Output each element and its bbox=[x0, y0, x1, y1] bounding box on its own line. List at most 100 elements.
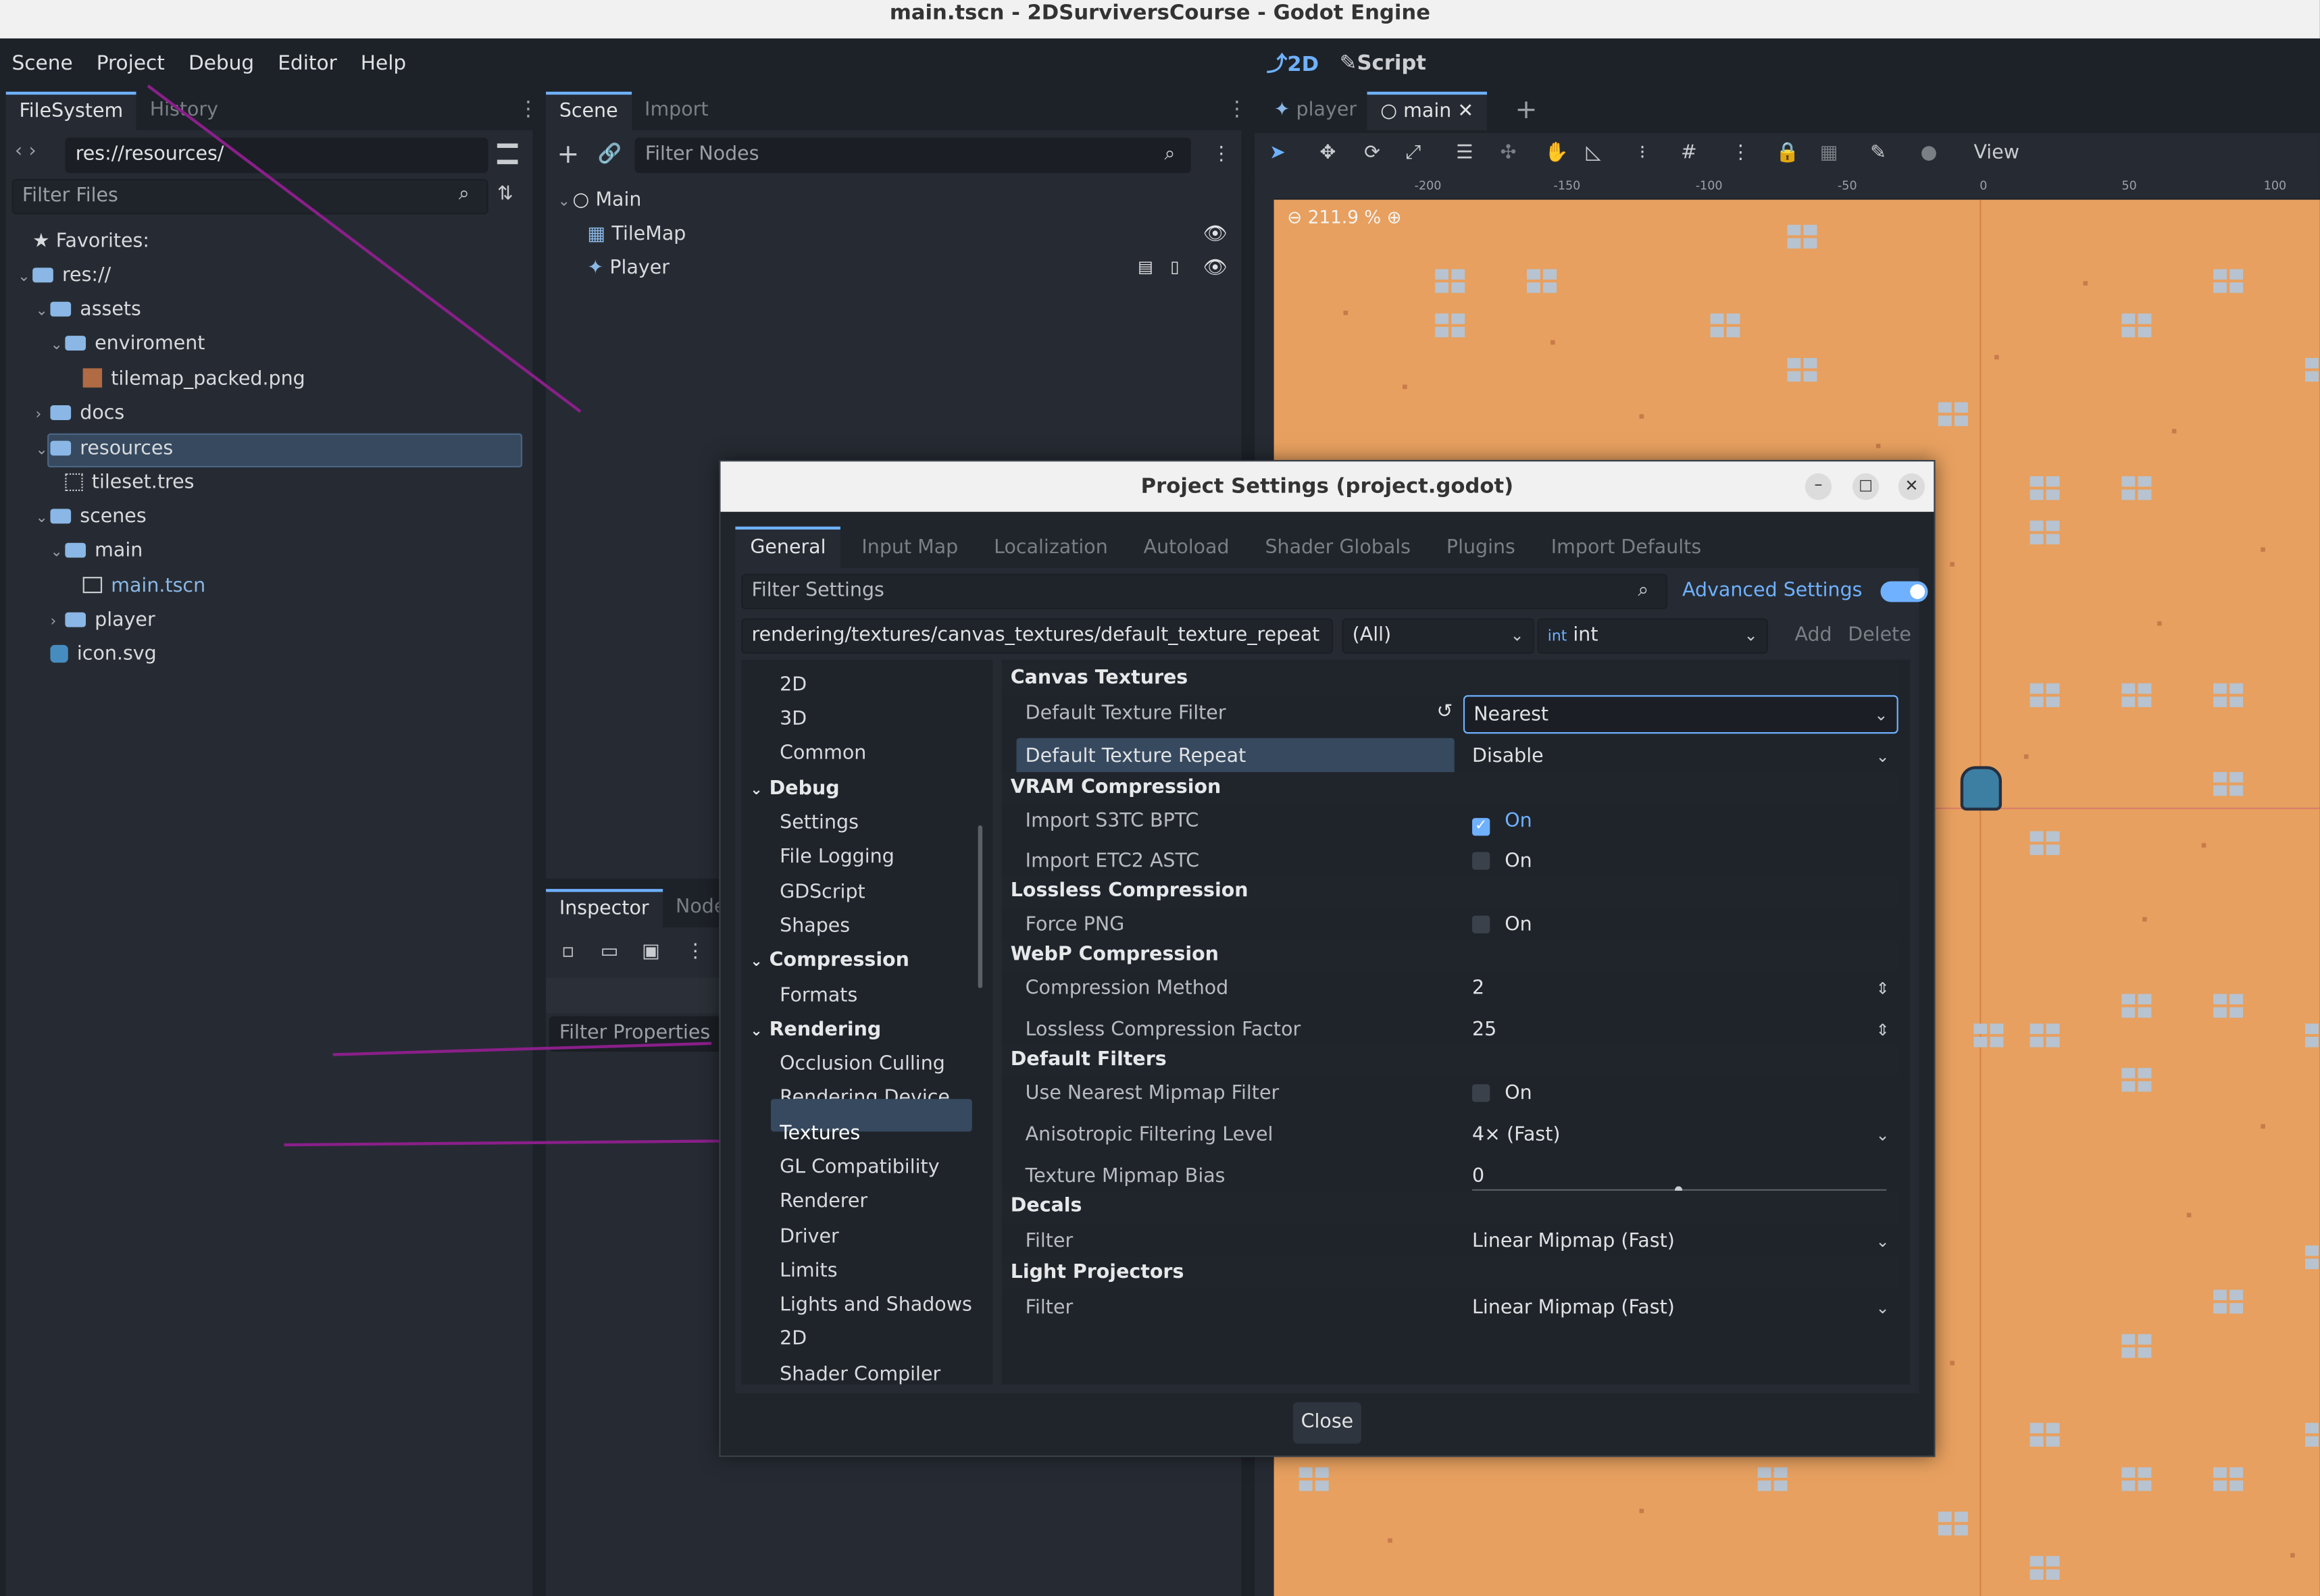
tree-item-assets[interactable]: ⌄ assets bbox=[36, 294, 141, 327]
tree-item-tileset[interactable]: tileset.tres bbox=[65, 467, 194, 500]
group-icon[interactable]: ▦ bbox=[1820, 142, 1838, 164]
category-file-logging[interactable]: File Logging bbox=[780, 840, 894, 874]
category-lights-and-shadows[interactable]: Lights and Shadows bbox=[780, 1288, 972, 1322]
mode-script-button[interactable]: ✎Script bbox=[1340, 52, 1426, 76]
tree-item-res[interactable]: ⌄ res:// bbox=[18, 260, 111, 292]
category-shader-compiler[interactable]: Shader Compiler bbox=[780, 1358, 940, 1385]
new-resource-icon[interactable]: ▫ bbox=[552, 936, 584, 969]
tree-item-icon-svg[interactable]: icon.svg bbox=[50, 639, 157, 671]
tab-main-scene[interactable]: ○ main ✕ bbox=[1367, 91, 1487, 130]
tab-plugins[interactable]: Plugins bbox=[1432, 528, 1530, 569]
zoom-in-icon[interactable]: ⊕ bbox=[1387, 207, 1402, 228]
category-common[interactable]: Common bbox=[780, 737, 866, 771]
split-view-icon[interactable] bbox=[497, 143, 518, 165]
tree-item-main-folder[interactable]: ⌄ main bbox=[50, 536, 143, 568]
node-main[interactable]: ⌄ ○ Main bbox=[558, 185, 642, 217]
path-field[interactable]: res://resources/ bbox=[65, 137, 488, 174]
category-gl-compatibility[interactable]: GL Compatibility bbox=[780, 1151, 939, 1185]
tab-player-scene[interactable]: ✦ player bbox=[1261, 92, 1370, 130]
advanced-settings-label[interactable]: Advanced Settings bbox=[1682, 580, 1862, 602]
tab-filesystem[interactable]: FileSystem bbox=[5, 91, 136, 130]
category-limits[interactable]: Limits bbox=[780, 1254, 837, 1288]
default-texture-repeat-select[interactable]: Disable ⌄ bbox=[1463, 738, 1898, 777]
filter-settings-input[interactable]: Filter Settings bbox=[741, 573, 1668, 610]
add-button[interactable]: Add bbox=[1794, 624, 1832, 646]
category-shapes[interactable]: Shapes bbox=[780, 910, 850, 944]
nearest-mipmap-checkbox[interactable]: On bbox=[1463, 1075, 1898, 1114]
decals-filter-select[interactable]: Linear Mipmap (Fast) ⌄ bbox=[1463, 1223, 1898, 1262]
add-tab-icon[interactable]: + bbox=[1515, 95, 1538, 126]
tab-general[interactable]: General bbox=[735, 526, 841, 568]
camera-icon[interactable]: ● bbox=[1921, 142, 1938, 164]
tab-import-defaults[interactable]: Import Defaults bbox=[1536, 528, 1716, 569]
close-icon[interactable]: ✕ bbox=[1457, 101, 1473, 123]
close-button[interactable]: Close bbox=[1293, 1402, 1361, 1444]
type-select[interactable]: int int ⌄ bbox=[1537, 618, 1769, 654]
visibility-eye-icon[interactable]: 👁 bbox=[1203, 224, 1227, 246]
view-menu[interactable]: View bbox=[1973, 142, 2019, 164]
save-icon[interactable]: ▣ bbox=[635, 936, 667, 969]
menu-help[interactable]: Help bbox=[349, 38, 418, 88]
grid-snap-icon[interactable]: # bbox=[1681, 142, 1697, 164]
smart-snap-icon[interactable]: ⁝ bbox=[1640, 142, 1646, 164]
pan-tool-icon[interactable]: ✋ bbox=[1544, 142, 1568, 164]
category-3d[interactable]: 3D bbox=[780, 702, 807, 736]
menu-debug[interactable]: Debug bbox=[176, 38, 266, 88]
clapper-icon[interactable]: ▤ bbox=[1138, 257, 1153, 276]
category-settings[interactable]: Settings bbox=[780, 806, 859, 840]
move-tool-icon[interactable]: ✥ bbox=[1319, 142, 1336, 164]
rotate-tool-icon[interactable]: ⟳ bbox=[1364, 142, 1380, 164]
tab-autoload[interactable]: Autoload bbox=[1129, 528, 1244, 569]
tab-scene[interactable]: Scene bbox=[546, 91, 632, 130]
delete-button[interactable]: Delete bbox=[1848, 624, 1911, 646]
tree-item-resources[interactable]: ⌄ resources bbox=[36, 434, 174, 466]
pivot-icon[interactable]: ✣ bbox=[1501, 142, 1517, 164]
list-select-icon[interactable]: ☰ bbox=[1456, 142, 1473, 164]
link-icon[interactable]: 🔗 bbox=[593, 139, 626, 172]
node-player[interactable]: ✦ Player bbox=[587, 253, 670, 285]
tree-item-docs[interactable]: › docs bbox=[36, 398, 125, 430]
tab-localization[interactable]: Localization bbox=[979, 528, 1122, 569]
select-tool-icon[interactable]: ➤ bbox=[1269, 142, 1286, 164]
compression-method-spinbox[interactable]: 2 ⇕ bbox=[1463, 971, 1898, 1009]
filter-nodes-input[interactable]: Filter Nodes bbox=[634, 137, 1191, 174]
filter-files-input[interactable]: Filter Files bbox=[11, 178, 488, 215]
type-filter-select[interactable]: (All) ⌄ bbox=[1342, 618, 1535, 654]
scale-tool-icon[interactable]: ⤢ bbox=[1406, 142, 1421, 164]
light-projectors-filter-select[interactable]: Linear Mipmap (Fast) ⌄ bbox=[1463, 1290, 1898, 1329]
kebab-menu-icon[interactable]: ⋮ bbox=[1227, 99, 1248, 120]
open-folder-icon[interactable]: ▭ bbox=[593, 936, 626, 969]
tree-item-enviroment[interactable]: ⌄ enviroment bbox=[50, 328, 205, 361]
script-icon[interactable]: ▯ bbox=[1170, 257, 1179, 276]
visibility-eye-icon[interactable]: 👁 bbox=[1203, 257, 1227, 280]
menu-project[interactable]: Project bbox=[84, 38, 176, 88]
node-tilemap[interactable]: ▦ TileMap bbox=[587, 219, 686, 251]
kebab-menu-icon[interactable]: ⋮ bbox=[518, 99, 539, 120]
category-2d[interactable]: 2D bbox=[780, 669, 807, 702]
bone-icon[interactable]: ✎ bbox=[1870, 142, 1886, 164]
advanced-settings-toggle[interactable] bbox=[1880, 581, 1928, 602]
category-driver[interactable]: Driver bbox=[780, 1220, 839, 1254]
tab-inspector[interactable]: Inspector bbox=[546, 889, 663, 928]
menu-scene[interactable]: Scene bbox=[0, 38, 84, 88]
tree-item-tilemap-png[interactable]: tilemap_packed.png bbox=[82, 364, 305, 396]
property-path-input[interactable]: rendering/textures/canvas_textures/defau… bbox=[741, 618, 1334, 654]
category-gdscript[interactable]: GDScript bbox=[780, 875, 865, 909]
kebab-menu-icon[interactable]: ⋮ bbox=[1731, 142, 1750, 164]
tab-import[interactable]: Import bbox=[631, 92, 722, 130]
lock-icon[interactable]: 🔒 bbox=[1775, 142, 1799, 164]
kebab-menu-icon[interactable]: ⋮ bbox=[1212, 143, 1231, 165]
tree-item-scenes[interactable]: ⌄ scenes bbox=[36, 501, 147, 534]
mode-2d-button[interactable]: ⤴2D bbox=[1267, 49, 1319, 78]
category-debug[interactable]: ⌄ Debug bbox=[750, 772, 839, 806]
category-rendering[interactable]: ⌄ Rendering bbox=[750, 1013, 881, 1047]
sort-icon[interactable]: ⇅ bbox=[497, 184, 513, 206]
category-formats[interactable]: Formats bbox=[780, 979, 857, 1013]
tree-item-player-folder[interactable]: › player bbox=[50, 605, 155, 638]
default-texture-filter-select[interactable]: Nearest ⌄ bbox=[1463, 695, 1898, 734]
maximize-icon[interactable]: □ bbox=[1852, 473, 1880, 500]
tab-shader-globals[interactable]: Shader Globals bbox=[1251, 528, 1426, 569]
tab-input-map[interactable]: Input Map bbox=[847, 528, 974, 569]
player-sprite[interactable] bbox=[1960, 766, 2002, 811]
category-scrollbar[interactable] bbox=[978, 825, 983, 988]
